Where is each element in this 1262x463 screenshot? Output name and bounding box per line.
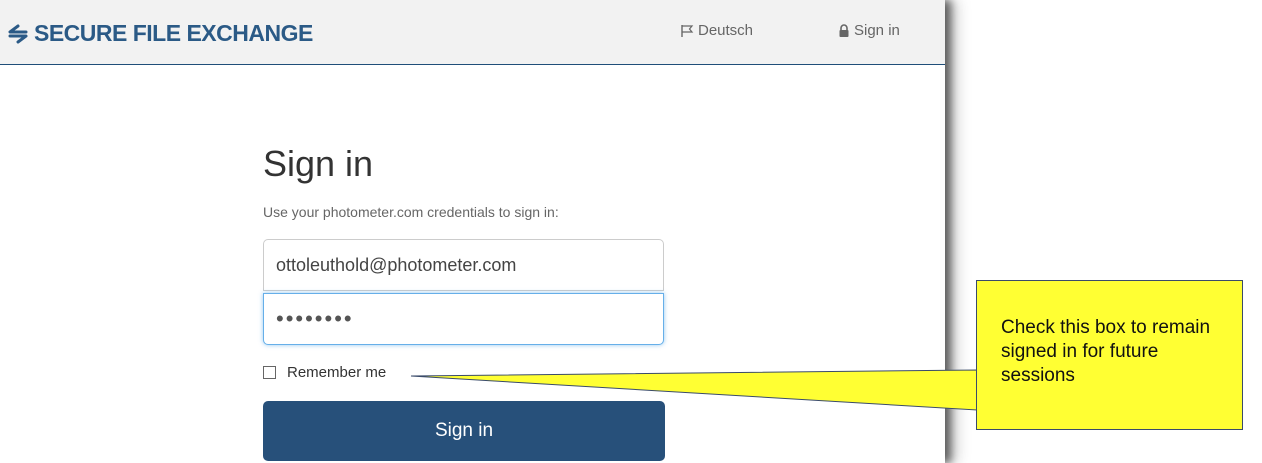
remember-me-checkbox[interactable]: [263, 366, 276, 379]
password-field[interactable]: [263, 293, 664, 345]
remember-me-row[interactable]: Remember me: [263, 364, 386, 381]
language-link-label: Deutsch: [698, 22, 754, 39]
brand-name: SECURE FILE EXCHANGE: [34, 20, 313, 46]
callout-tooltip: Check this box to remain signed in for f…: [976, 280, 1243, 430]
email-field[interactable]: [263, 239, 664, 291]
browser-viewport: SECURE FILE EXCHANGE Deutsch Sign in Sig…: [0, 0, 945, 463]
remember-me-label: Remember me: [287, 364, 387, 381]
nav-signin-link[interactable]: Sign in: [838, 22, 900, 39]
form-subtitle: Use your photometer.com credentials to s…: [263, 204, 559, 220]
sign-in-button[interactable]: Sign in: [263, 401, 665, 461]
nav-signin-label: Sign in: [854, 22, 900, 39]
callout-text: Check this box to remain signed in for f…: [1001, 317, 1211, 386]
language-link[interactable]: Deutsch: [680, 22, 753, 39]
navbar: SECURE FILE EXCHANGE Deutsch Sign in: [0, 0, 945, 65]
lock-icon: [839, 23, 849, 37]
page-title: Sign in: [263, 143, 374, 184]
flag-icon: [681, 24, 694, 37]
exchange-arrows-icon: [8, 24, 28, 43]
brand-logo[interactable]: SECURE FILE EXCHANGE: [6, 20, 313, 47]
